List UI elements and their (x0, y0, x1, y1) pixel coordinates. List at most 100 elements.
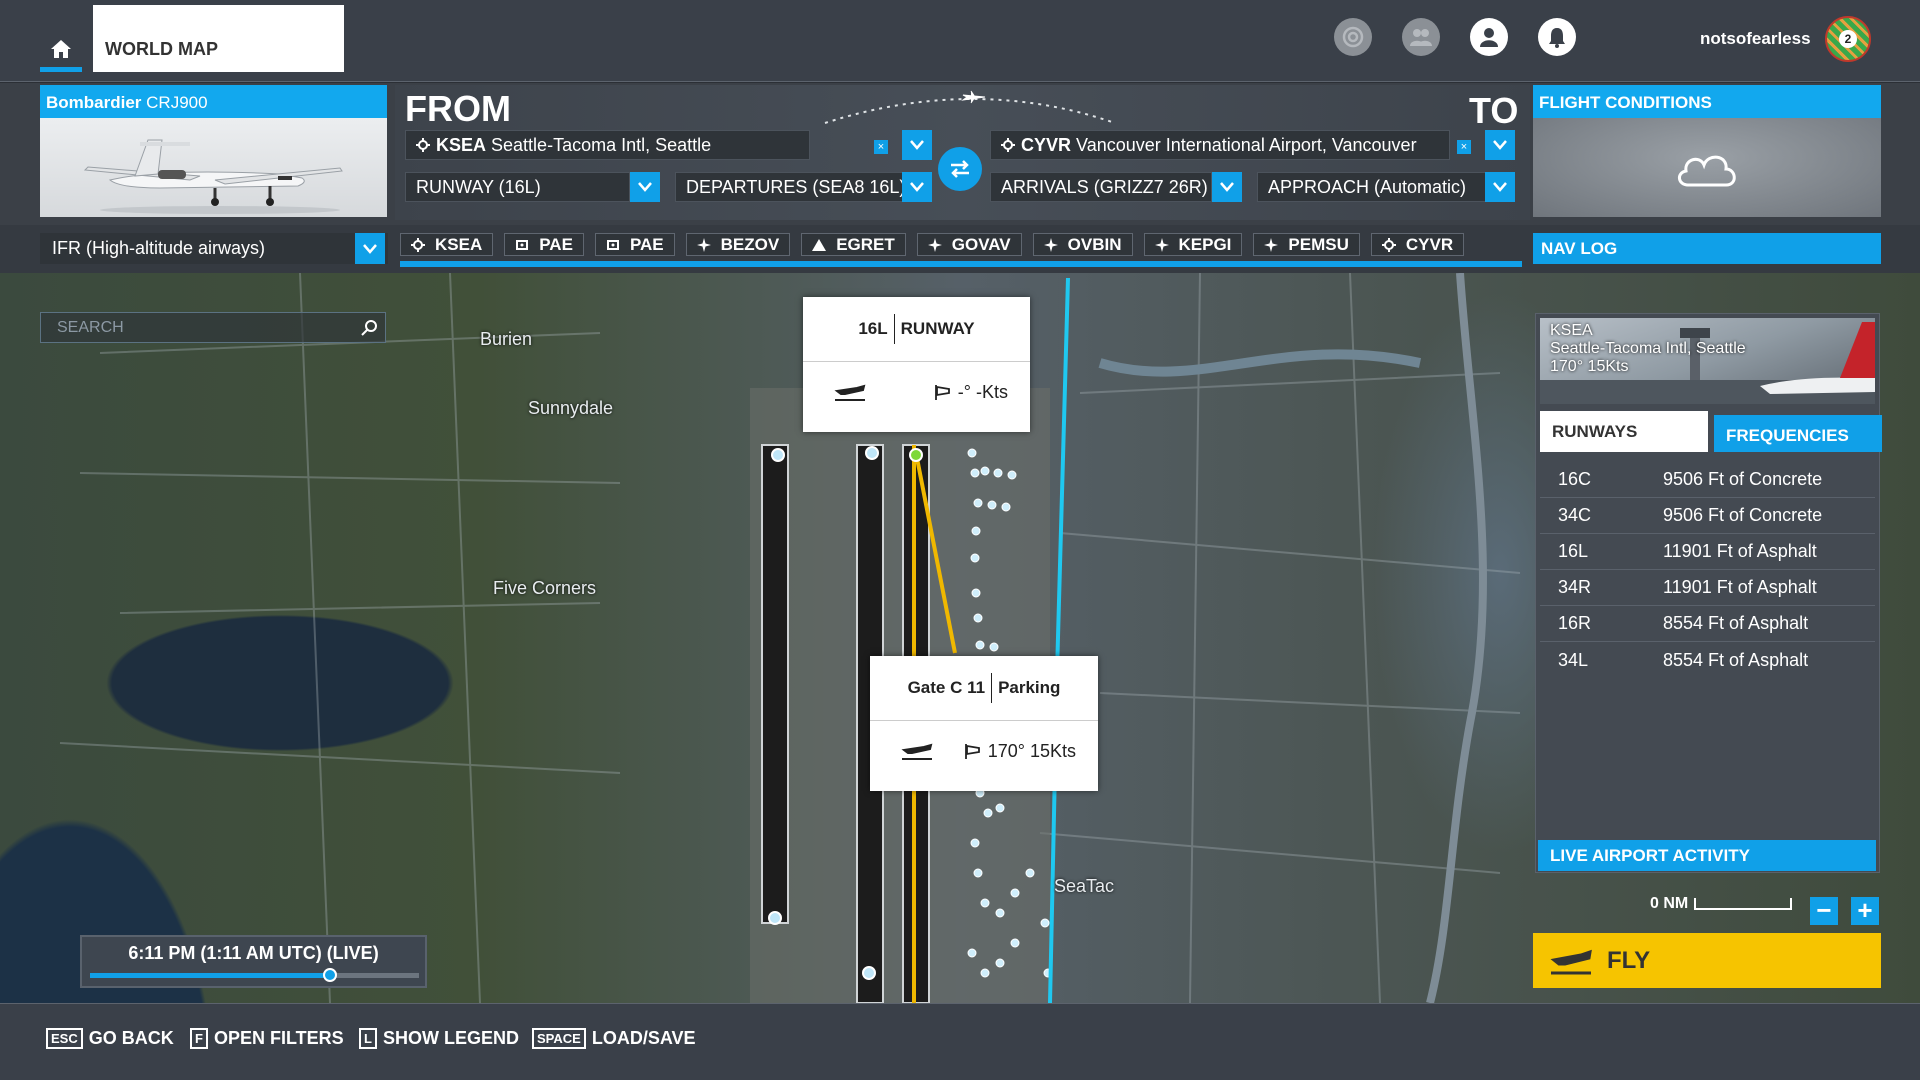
clear-arrival-button[interactable]: × (1457, 140, 1471, 154)
arrival-dropdown[interactable] (1485, 130, 1515, 160)
gate-info-popup[interactable]: Gate C 11 Parking 170° 15Kts (870, 656, 1098, 791)
chevron-down-icon (1493, 182, 1507, 192)
friends-button[interactable] (1402, 18, 1440, 56)
zoom-in-button[interactable]: + (1851, 897, 1879, 925)
airport-icon (416, 138, 430, 152)
runway-id: 34R (1558, 577, 1592, 597)
load-save-hint[interactable]: SPACE LOAD/SAVE (532, 1028, 696, 1049)
activity-button[interactable] (1334, 18, 1372, 56)
airport-icon (1001, 138, 1015, 152)
notifications-button[interactable] (1538, 18, 1576, 56)
airport-icon (411, 237, 425, 252)
waypoint-pae[interactable]: PAE (504, 233, 584, 256)
waypoint-bezov[interactable]: BEZOV (685, 233, 791, 256)
waypoint-label: KSEA (435, 234, 483, 254)
waypoint-label: CYVR (1405, 234, 1454, 254)
departure-name: Seattle-Tacoma Intl, Seattle (491, 134, 712, 155)
search-placeholder: SEARCH (57, 319, 124, 336)
fly-button[interactable]: FLY (1533, 933, 1881, 988)
target-icon (1342, 26, 1364, 48)
home-active-indicator (40, 67, 82, 72)
chevron-down-icon (910, 182, 924, 192)
departure-procedure-dropdown[interactable] (902, 172, 932, 202)
scale-bar (1693, 897, 1792, 910)
time-slider-handle[interactable] (323, 968, 338, 982)
flight-type-select[interactable]: IFR (High-altitude airways) (40, 233, 388, 264)
arrival-procedure-select[interactable]: ARRIVALS (GRIZZ7 26R) (990, 172, 1212, 202)
triangle-icon (812, 238, 827, 251)
fix-icon (927, 237, 942, 252)
runway-dropdown[interactable] (630, 172, 660, 202)
airport-panel-tabs: RUNWAYS FREQUENCIES (1540, 411, 1882, 452)
waypoint-label: PAE (539, 234, 573, 254)
waypoint-pemsu[interactable]: PEMSU (1253, 233, 1360, 256)
time-slider[interactable] (90, 968, 419, 982)
tab-runways[interactable]: RUNWAYS (1540, 411, 1708, 452)
runway-row[interactable]: 16L 11901 Ft of Asphalt (1540, 534, 1875, 570)
gate-popup-wind: 170° 15Kts (987, 740, 1076, 761)
waypoint-label: OVBIN (1067, 234, 1122, 254)
approach-select[interactable]: APPROACH (Automatic) (1257, 172, 1487, 202)
aircraft-image (40, 118, 387, 217)
waypoint-egret[interactable]: EGRET (801, 233, 906, 256)
aircraft-brand: Bombardier (46, 93, 142, 112)
chevron-down-icon (363, 243, 377, 254)
zoom-out-button[interactable]: − (1810, 897, 1838, 925)
waypoint-kepgi[interactable]: KEPGI (1143, 233, 1243, 256)
search-input[interactable]: SEARCH (40, 312, 386, 343)
aircraft-card[interactable]: Bombardier CRJ900 (40, 85, 387, 217)
waypoint-ksea[interactable]: KSEA (400, 233, 494, 256)
chevron-down-icon (1220, 182, 1234, 192)
runway-row[interactable]: 16R 8554 Ft of Asphalt (1540, 606, 1875, 642)
flight-conditions-card[interactable]: FLIGHT CONDITIONS (1533, 85, 1881, 217)
arrival-name: Vancouver International Airport, Vancouv… (1076, 134, 1417, 155)
tab-world-map[interactable]: WORLD MAP (93, 5, 344, 72)
runway-row[interactable]: 34R 11901 Ft of Asphalt (1540, 570, 1875, 606)
runway-desc: 11901 Ft of Asphalt (1663, 577, 1817, 597)
departure-code: KSEA (436, 134, 487, 155)
runway-row[interactable]: 34C 9506 Ft of Concrete (1540, 498, 1875, 534)
approach-dropdown[interactable] (1485, 172, 1515, 202)
windsock-icon (934, 385, 950, 400)
swap-icon (951, 160, 969, 178)
time-panel: 6:11 PM (1:11 AM UTC) (LIVE) (80, 935, 427, 988)
tab-frequencies[interactable]: FREQUENCIES (1714, 415, 1882, 452)
runway-id: 16C (1558, 469, 1592, 489)
map-scale: 0 NM (1650, 895, 1793, 913)
waypoint-ovbin[interactable]: OVBIN (1032, 233, 1133, 256)
profile-button[interactable] (1470, 18, 1508, 56)
nav-log-button[interactable]: NAV LOG (1533, 233, 1881, 264)
open-filters-hint[interactable]: F OPEN FILTERS (190, 1028, 344, 1049)
departure-airport-field[interactable]: KSEA Seattle-Tacoma Intl, Seattle (405, 130, 810, 160)
fix-icon (1264, 237, 1279, 252)
runway-row[interactable]: 34L 8554 Ft of Asphalt (1540, 642, 1875, 678)
time-slider-fill (90, 973, 331, 978)
avatar-badge: 2 (1839, 30, 1857, 48)
runway-select[interactable]: RUNWAY (16L) (405, 172, 630, 202)
runway-info-popup[interactable]: 16L RUNWAY -° -Kts (803, 297, 1030, 432)
map-label-seatac: SeaTac (1054, 876, 1115, 896)
waypoint-cyvr[interactable]: CYVR (1370, 233, 1465, 256)
clear-departure-button[interactable]: × (874, 140, 888, 154)
arrival-airport-field[interactable]: CYVR Vancouver International Airport, Va… (990, 130, 1450, 160)
avatar[interactable]: 2 (1825, 16, 1871, 62)
departure-procedure-select[interactable]: DEPARTURES (SEA8 16L) (675, 172, 903, 202)
show-legend-hint[interactable]: L SHOW LEGEND (359, 1028, 519, 1049)
map-label-sunnydale: Sunnydale (528, 398, 614, 418)
runway-popup-id: 16L (858, 319, 888, 338)
show-legend-label: SHOW LEGEND (382, 1028, 519, 1048)
runway-row[interactable]: 16C 9506 Ft of Concrete (1540, 462, 1875, 498)
live-airport-activity-button[interactable]: LIVE AIRPORT ACTIVITY (1538, 840, 1876, 871)
flight-type-dropdown[interactable] (355, 233, 385, 264)
swap-airports-button[interactable] (938, 147, 982, 191)
departure-dropdown[interactable] (902, 130, 932, 160)
chevron-down-icon (1493, 140, 1507, 150)
fix-icon (1043, 237, 1058, 252)
home-button[interactable] (40, 26, 82, 72)
waypoint-govav[interactable]: GOVAV (916, 233, 1022, 256)
to-label: TO (1469, 90, 1519, 131)
go-back-hint[interactable]: ESC GO BACK (46, 1028, 174, 1049)
username[interactable]: notsofearless (1700, 29, 1811, 49)
waypoint-pae[interactable]: PAE (594, 233, 675, 256)
arrival-procedure-dropdown[interactable] (1212, 172, 1242, 202)
